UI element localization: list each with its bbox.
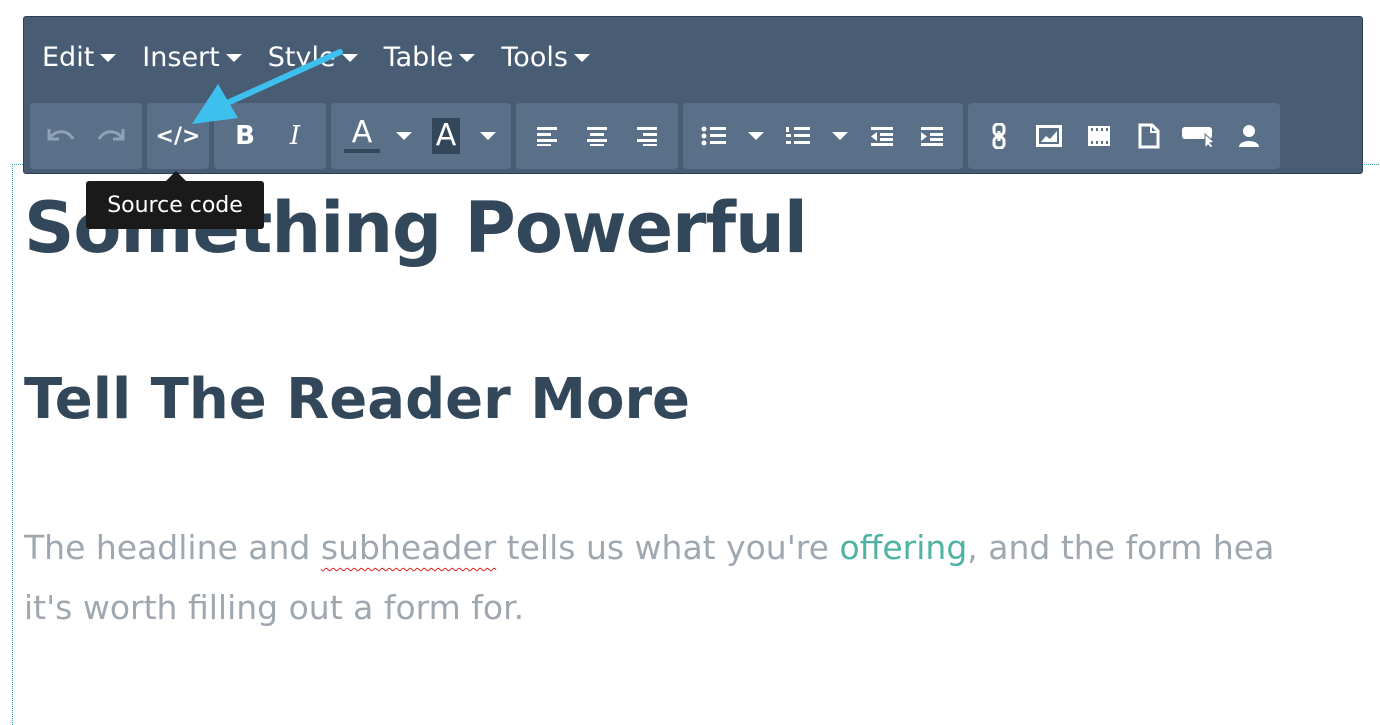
document-icon [1138, 123, 1160, 149]
personalize-button[interactable] [1224, 111, 1274, 161]
video-button[interactable] [1074, 111, 1124, 161]
chevron-down-icon [832, 132, 848, 140]
menu-tools-label: Tools [501, 41, 568, 73]
indent-icon [921, 127, 943, 146]
call-to-action-icon [1182, 127, 1216, 148]
chevron-down-icon [748, 132, 764, 140]
history-group [30, 103, 142, 169]
chevron-down-icon [459, 54, 476, 62]
body-paragraph[interactable]: The headline and subheader tells us what… [24, 518, 1380, 638]
image-icon [1036, 125, 1062, 147]
align-group [516, 103, 678, 169]
offering-link[interactable]: offering [839, 528, 967, 567]
align-right-button[interactable] [622, 111, 672, 161]
cta-button[interactable] [1174, 111, 1224, 161]
outdent-button[interactable] [857, 111, 907, 161]
color-group: A A [331, 103, 511, 169]
menu-edit[interactable]: Edit [42, 41, 117, 73]
numbered-list-icon [786, 127, 810, 144]
video-icon [1088, 126, 1110, 146]
align-right-icon [637, 127, 657, 146]
align-center-icon [587, 127, 607, 146]
page-subheader[interactable]: Tell The Reader More [24, 362, 690, 438]
text-color-swatch [344, 149, 380, 153]
bullet-list-button[interactable] [689, 111, 739, 161]
annotation-arrow-icon [192, 49, 343, 124]
indent-button[interactable] [907, 111, 957, 161]
numbered-list-button[interactable] [773, 111, 823, 161]
source-code-tooltip: Source code [86, 171, 264, 229]
align-center-button[interactable] [572, 111, 622, 161]
chevron-down-icon [100, 54, 117, 62]
background-color-button[interactable]: A [421, 111, 471, 161]
redo-icon [97, 129, 125, 141]
align-left-button[interactable] [522, 111, 572, 161]
personalize-icon [1239, 125, 1259, 147]
align-left-icon [537, 127, 557, 146]
menu-edit-label: Edit [42, 41, 95, 73]
body-text-part1: The headline and [24, 528, 321, 567]
body-text-line2: it's worth filling out a form for. [24, 588, 525, 627]
body-text-part2: tells us what you're [496, 528, 840, 567]
background-color-icon: A [431, 118, 461, 154]
misspelled-word[interactable]: subheader [321, 528, 496, 567]
link-icon [992, 123, 1006, 149]
undo-icon [47, 129, 75, 141]
link-button[interactable] [974, 111, 1024, 161]
chevron-down-icon [573, 54, 590, 62]
chevron-down-icon [480, 132, 496, 140]
chevron-down-icon [396, 132, 412, 140]
redo-button[interactable] [86, 111, 136, 161]
list-group [683, 103, 963, 169]
menu-table-label: Table [383, 41, 454, 73]
image-button[interactable] [1024, 111, 1074, 161]
bullet-list-icon [701, 126, 726, 146]
text-color-dropdown[interactable] [387, 111, 421, 161]
insert-group [968, 103, 1280, 169]
menu-table[interactable]: Table [384, 42, 476, 73]
document-button[interactable] [1124, 111, 1174, 161]
body-text-part3: , and the form hea [967, 528, 1275, 567]
text-color-icon: A [351, 115, 373, 150]
menu-tools[interactable]: Tools [501, 42, 590, 73]
undo-button[interactable] [36, 111, 86, 161]
outdent-icon [871, 127, 893, 146]
numbered-list-dropdown[interactable] [823, 111, 857, 161]
background-color-dropdown[interactable] [471, 111, 505, 161]
bullet-list-dropdown[interactable] [739, 111, 773, 161]
